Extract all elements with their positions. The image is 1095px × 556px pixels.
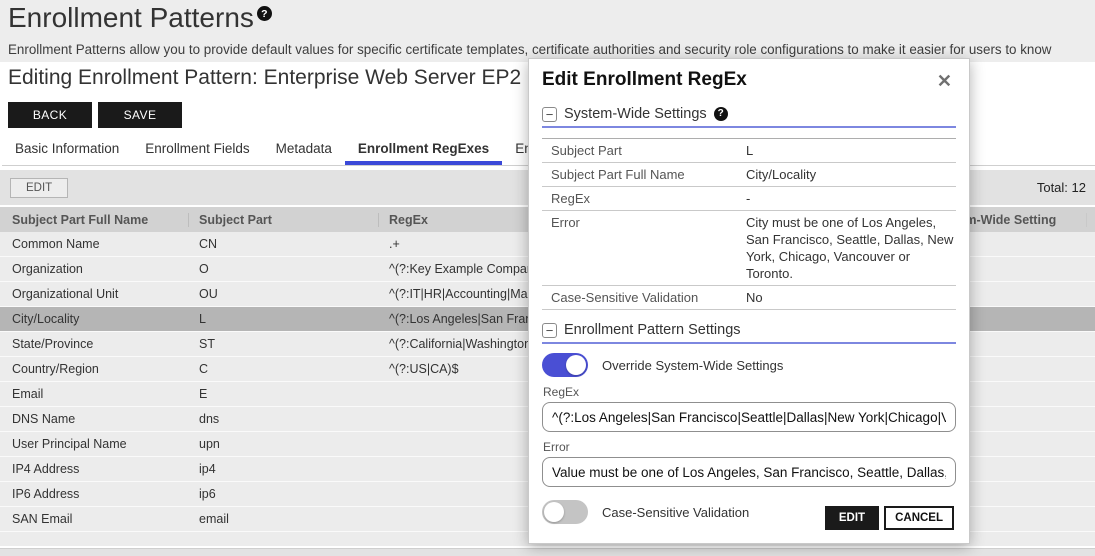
override-system-wide-toggle[interactable] <box>542 353 588 377</box>
system-setting-value: City must be one of Los Angeles, San Fra… <box>746 214 956 282</box>
override-toggle-label: Override System-Wide Settings <box>602 358 783 373</box>
table-cell: CN <box>188 237 378 251</box>
tab-enrollment-regexes[interactable]: Enrollment RegExes <box>345 141 502 165</box>
table-cell: User Principal Name <box>0 437 188 451</box>
table-cell: State/Province <box>0 337 188 351</box>
system-setting-row: ErrorCity must be one of Los Angeles, Sa… <box>542 211 956 286</box>
modal-header: Edit Enrollment RegEx ✕ <box>542 59 956 94</box>
help-icon[interactable]: ? <box>257 6 272 21</box>
tab-basic-information[interactable]: Basic Information <box>2 141 132 165</box>
help-icon[interactable]: ? <box>714 107 728 121</box>
system-setting-label: Error <box>551 214 746 282</box>
modal-actions: EDIT CANCEL <box>825 506 954 530</box>
table-cell: C <box>188 362 378 376</box>
toggle-knob <box>566 355 586 375</box>
table-cell: Common Name <box>0 237 188 251</box>
system-setting-value: - <box>746 190 956 207</box>
table-cell: IP4 Address <box>0 462 188 476</box>
table-edit-button[interactable]: EDIT <box>10 178 68 198</box>
table-cell: L <box>188 312 378 326</box>
pattern-section-title: Enrollment Pattern Settings <box>564 322 741 338</box>
table-cell: ip4 <box>188 462 378 476</box>
table-cell: ip6 <box>188 487 378 501</box>
system-setting-label: Subject Part <box>551 142 746 159</box>
regex-field-label: RegEx <box>543 385 956 399</box>
override-toggle-row: Override System-Wide Settings <box>542 353 956 377</box>
collapse-icon[interactable]: − <box>542 323 557 338</box>
column-subject-part: Subject Part <box>188 213 378 227</box>
system-settings-table: Subject PartLSubject Part Full NameCity/… <box>542 138 956 310</box>
system-setting-label: Case-Sensitive Validation <box>551 289 746 306</box>
system-setting-row: Subject Part Full NameCity/Locality <box>542 163 956 187</box>
action-buttons: BACK SAVE <box>8 102 182 128</box>
table-cell: City/Locality <box>0 312 188 326</box>
section-underline <box>542 342 956 344</box>
system-section-title: System-Wide Settings <box>564 106 707 122</box>
table-cell: DNS Name <box>0 412 188 426</box>
save-button[interactable]: SAVE <box>98 102 182 128</box>
table-cell: ST <box>188 337 378 351</box>
table-cell: Email <box>0 387 188 401</box>
system-setting-label: Subject Part Full Name <box>551 166 746 183</box>
back-button[interactable]: BACK <box>8 102 92 128</box>
system-setting-value: No <box>746 289 956 306</box>
system-setting-value: L <box>746 142 956 159</box>
system-wide-settings-section-header: − System-Wide Settings ? <box>542 106 956 122</box>
modal-title: Edit Enrollment RegEx <box>542 69 747 91</box>
table-cell: Organizational Unit <box>0 287 188 301</box>
modal-edit-button[interactable]: EDIT <box>825 506 879 530</box>
enrollment-pattern-settings-section-header: − Enrollment Pattern Settings <box>542 322 956 338</box>
error-input[interactable] <box>542 457 956 487</box>
edit-enrollment-regex-modal: Edit Enrollment RegEx ✕ − System-Wide Se… <box>528 58 970 544</box>
page-title: Enrollment Patterns? <box>8 2 1095 34</box>
bottom-strip <box>0 548 1095 556</box>
table-cell: IP6 Address <box>0 487 188 501</box>
system-setting-value: City/Locality <box>746 166 956 183</box>
tab-enrollment-fields[interactable]: Enrollment Fields <box>132 141 262 165</box>
case-sensitive-toggle-label: Case-Sensitive Validation <box>602 505 749 520</box>
table-cell: Organization <box>0 262 188 276</box>
total-count: Total: 12 <box>1037 180 1086 195</box>
modal-cancel-button[interactable]: CANCEL <box>884 506 954 530</box>
system-setting-row: Subject PartL <box>542 139 956 163</box>
table-cell: OU <box>188 287 378 301</box>
regex-input[interactable] <box>542 402 956 432</box>
system-setting-row: RegEx- <box>542 187 956 211</box>
table-cell: dns <box>188 412 378 426</box>
collapse-icon[interactable]: − <box>542 107 557 122</box>
table-cell: upn <box>188 437 378 451</box>
section-underline <box>542 126 956 128</box>
tab-metadata[interactable]: Metadata <box>263 141 345 165</box>
case-sensitive-toggle[interactable] <box>542 500 588 524</box>
system-setting-row: Case-Sensitive ValidationNo <box>542 286 956 310</box>
page-title-text: Enrollment Patterns <box>8 2 254 33</box>
toggle-knob <box>544 502 564 522</box>
editing-pattern-title: Editing Enrollment Pattern: Enterprise W… <box>8 66 521 90</box>
table-cell: E <box>188 387 378 401</box>
system-setting-label: RegEx <box>551 190 746 207</box>
error-field-label: Error <box>543 440 956 454</box>
table-cell: SAN Email <box>0 512 188 526</box>
close-icon[interactable]: ✕ <box>933 69 956 94</box>
table-cell: Country/Region <box>0 362 188 376</box>
table-cell: O <box>188 262 378 276</box>
column-subject-part-full-name: Subject Part Full Name <box>0 213 188 227</box>
table-cell: email <box>188 512 378 526</box>
